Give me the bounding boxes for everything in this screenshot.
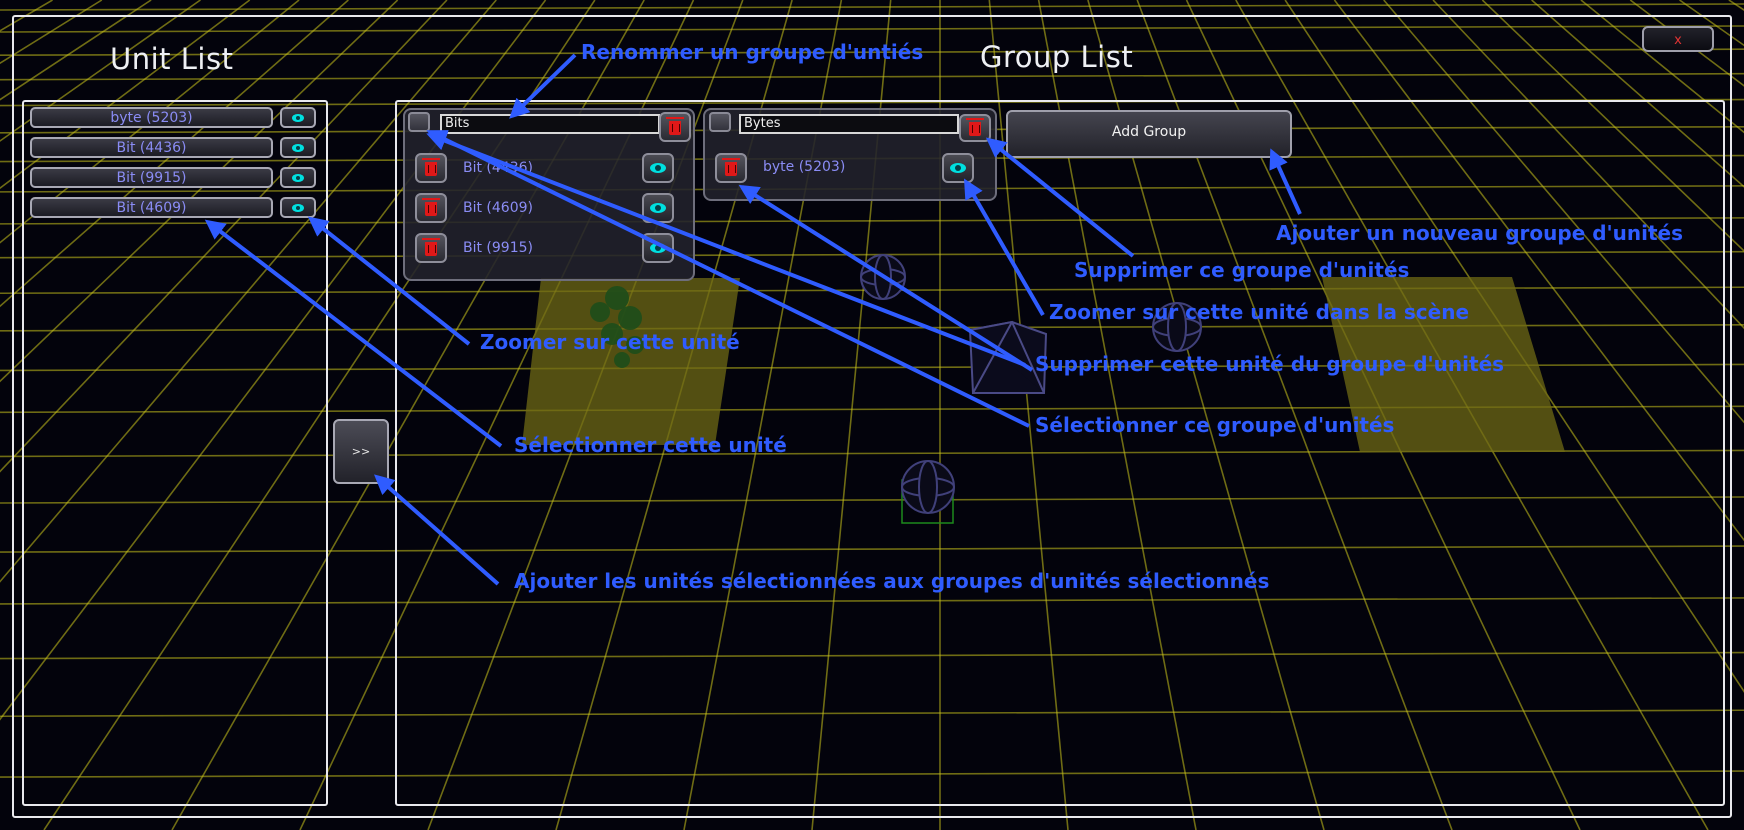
add-group-button[interactable]: Add Group (1006, 110, 1292, 158)
trash-icon (966, 118, 984, 136)
eye-icon (292, 173, 304, 182)
group-select-checkbox[interactable] (408, 112, 430, 132)
delete-group-button[interactable] (959, 114, 991, 142)
unit-groups-editor-screen: Unit List Group List x byte (5203) Bit (… (0, 0, 1744, 830)
unit-select-button[interactable]: Bit (9915) (30, 167, 273, 188)
unit-zoom-button[interactable] (280, 167, 316, 188)
annotation-add-group: Ajouter un nouveau groupe d'unités (1276, 221, 1684, 245)
unit-select-button[interactable]: byte (5203) (30, 107, 273, 128)
close-button[interactable]: x (1642, 26, 1714, 52)
unit-list-title: Unit List (110, 42, 234, 76)
trash-icon (422, 198, 440, 216)
annotation-zoom-unit: Zoomer sur cette unité (480, 330, 740, 354)
annotation-delete-group: Supprimer ce groupe d'unités (1074, 258, 1410, 282)
remove-unit-from-group-button[interactable] (415, 193, 447, 223)
member-zoom-button[interactable] (642, 193, 674, 223)
eye-icon (292, 203, 304, 212)
group-member-label: Bit (4609) (463, 200, 533, 216)
member-zoom-button[interactable] (642, 153, 674, 183)
group-name-field[interactable]: Bytes (739, 114, 959, 134)
delete-group-button[interactable] (659, 112, 691, 142)
remove-unit-from-group-button[interactable] (715, 153, 747, 183)
eye-icon (950, 163, 966, 173)
annotation-remove-unit-from-group: Supprimer cette unité du groupe d'unités (1035, 352, 1505, 376)
eye-icon (292, 113, 304, 122)
eye-icon (650, 163, 666, 173)
group-member-label: byte (5203) (763, 159, 846, 175)
group-list-title: Group List (980, 40, 1134, 74)
remove-unit-from-group-button[interactable] (415, 233, 447, 263)
eye-icon (292, 143, 304, 152)
trash-icon (722, 158, 740, 176)
unit-zoom-button[interactable] (280, 137, 316, 158)
unit-zoom-button[interactable] (280, 197, 316, 218)
remove-unit-from-group-button[interactable] (415, 153, 447, 183)
add-selected-units-button[interactable]: >> (333, 419, 389, 484)
annotation-zoom-unit-scene: Zoomer sur cette unité dans la scène (1049, 300, 1470, 324)
member-zoom-button[interactable] (642, 233, 674, 263)
annotation-select-group: Sélectionner ce groupe d'unités (1035, 413, 1395, 437)
member-zoom-button[interactable] (942, 153, 974, 183)
trash-icon (422, 238, 440, 256)
group-member-label: Bit (4436) (463, 160, 533, 176)
unit-select-button[interactable]: Bit (4436) (30, 137, 273, 158)
unit-select-button[interactable]: Bit (4609) (30, 197, 273, 218)
annotation-select-unit: Sélectionner cette unité (514, 433, 787, 457)
unit-zoom-button[interactable] (280, 107, 316, 128)
group-select-checkbox[interactable] (709, 112, 731, 132)
eye-icon (650, 203, 666, 213)
group-member-label: Bit (9915) (463, 240, 533, 256)
trash-icon (422, 158, 440, 176)
trash-icon (666, 117, 684, 135)
annotation-add-selected-units: Ajouter les unités sélectionnées aux gro… (514, 569, 1270, 593)
group-name-field[interactable]: Bits (440, 114, 660, 134)
annotation-rename-group: Renommer un groupe d'untiés (581, 40, 924, 64)
grid-line (0, 3, 1744, 11)
eye-icon (650, 243, 666, 253)
